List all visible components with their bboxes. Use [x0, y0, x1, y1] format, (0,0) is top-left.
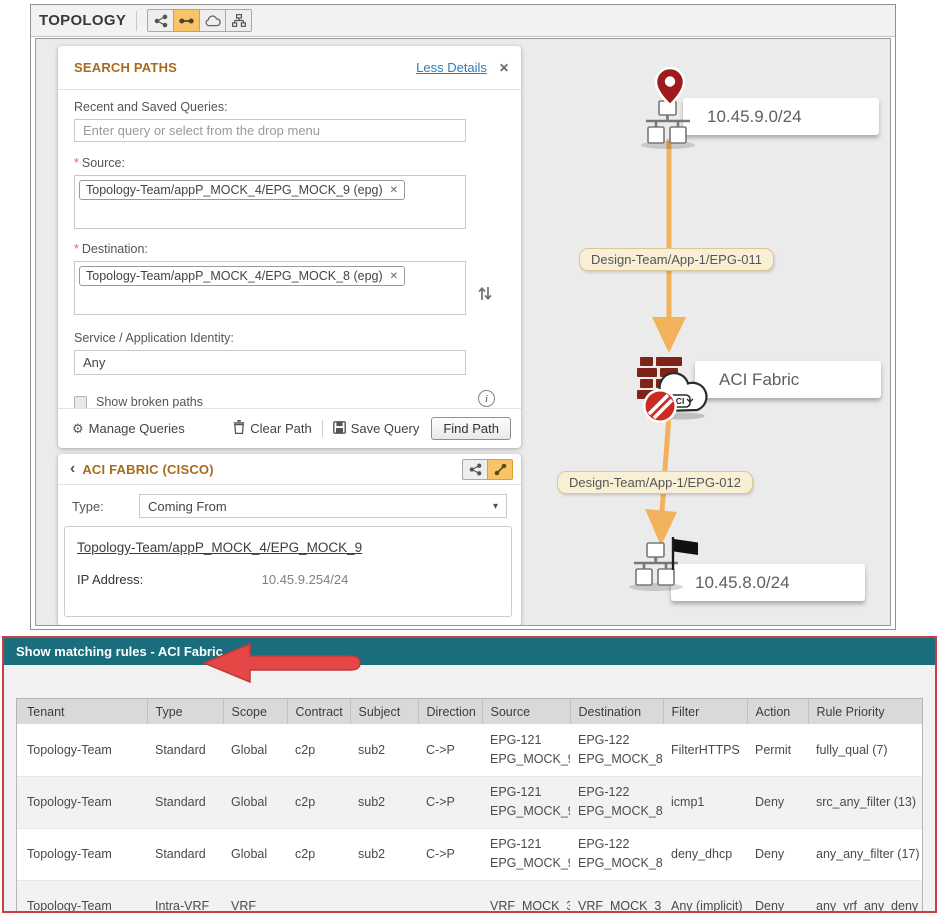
col-action: Action — [747, 699, 808, 724]
topology-header-bar: TOPOLOGY — [31, 5, 895, 37]
col-type: Type — [147, 699, 223, 724]
col-direction: Direction — [418, 699, 482, 724]
source-node-label[interactable]: 10.45.9.0/24 — [683, 98, 879, 135]
col-scope: Scope — [223, 699, 287, 724]
topology-window: TOPOLOGY — [30, 4, 896, 630]
source-node-text: 10.45.9.0/24 — [707, 107, 802, 127]
dest-flag-icon — [669, 536, 701, 577]
rules-table-container: Tenant Type Scope Contract Subject Direc… — [16, 698, 923, 913]
edge2-text: Design-Team/App-1/EPG-012 — [569, 475, 741, 490]
rules-header-row: Tenant Type Scope Contract Subject Direc… — [17, 699, 922, 724]
col-contract: Contract — [287, 699, 350, 724]
col-source: Source — [482, 699, 570, 724]
col-rule-priority: Rule Priority — [808, 699, 922, 724]
graph-view-icon — [154, 14, 168, 28]
diagonal-path-icon — [494, 463, 507, 476]
annotation-arrow-icon — [200, 642, 364, 686]
matching-rules-header: Show matching rules - ACI Fabric — [4, 638, 935, 665]
rule-row: Topology-Team Standard Global c2p sub2 C… — [17, 828, 922, 880]
col-filter: Filter — [663, 699, 747, 724]
edge-label-epg-011[interactable]: Design-Team/App-1/EPG-011 — [579, 248, 774, 271]
cloud-view-icon — [205, 15, 221, 27]
dest-node-text: 10.45.8.0/24 — [695, 573, 790, 593]
hierarchy-view-button[interactable] — [225, 9, 252, 32]
edge1-text: Design-Team/App-1/EPG-011 — [591, 252, 762, 267]
topology-canvas[interactable]: 10.45.9.0/24 — [35, 38, 891, 626]
fabric-node-label[interactable]: ACI Fabric — [695, 361, 881, 398]
deny-prohibited-icon — [641, 387, 679, 430]
path-view-icon — [179, 15, 194, 27]
view-toolbar — [147, 9, 252, 32]
edge-label-epg-012[interactable]: Design-Team/App-1/EPG-012 — [557, 471, 753, 494]
source-pin-icon — [653, 66, 687, 113]
graph-view-button[interactable] — [147, 9, 174, 32]
matching-rules-title: Show matching rules - ACI Fabric — [16, 644, 223, 659]
rule-row: Topology-Team Standard Global c2p sub2 C… — [17, 776, 922, 828]
rule-row: Topology-Team Standard Global c2p sub2 C… — [17, 724, 922, 776]
fabric-path-toggle-button[interactable] — [487, 459, 513, 480]
screenshot-root: TOPOLOGY — [0, 0, 941, 915]
page-title: TOPOLOGY — [39, 12, 126, 29]
fabric-node-text: ACI Fabric — [719, 370, 799, 390]
col-destination: Destination — [570, 699, 663, 724]
hierarchy-view-icon — [232, 14, 246, 27]
rules-table: Tenant Type Scope Contract Subject Direc… — [17, 699, 922, 913]
header-divider — [136, 11, 137, 31]
edge1-arrowhead — [652, 317, 686, 353]
col-subject: Subject — [350, 699, 418, 724]
col-tenant: Tenant — [17, 699, 147, 724]
rule-row: Topology-Team Intra-VRF VRF VRF_MOCK_3 V… — [17, 880, 922, 913]
cloud-view-button[interactable] — [199, 9, 226, 32]
matching-rules-panel: Show matching rules - ACI Fabric Tenant … — [2, 636, 937, 913]
path-view-button[interactable] — [173, 9, 200, 32]
